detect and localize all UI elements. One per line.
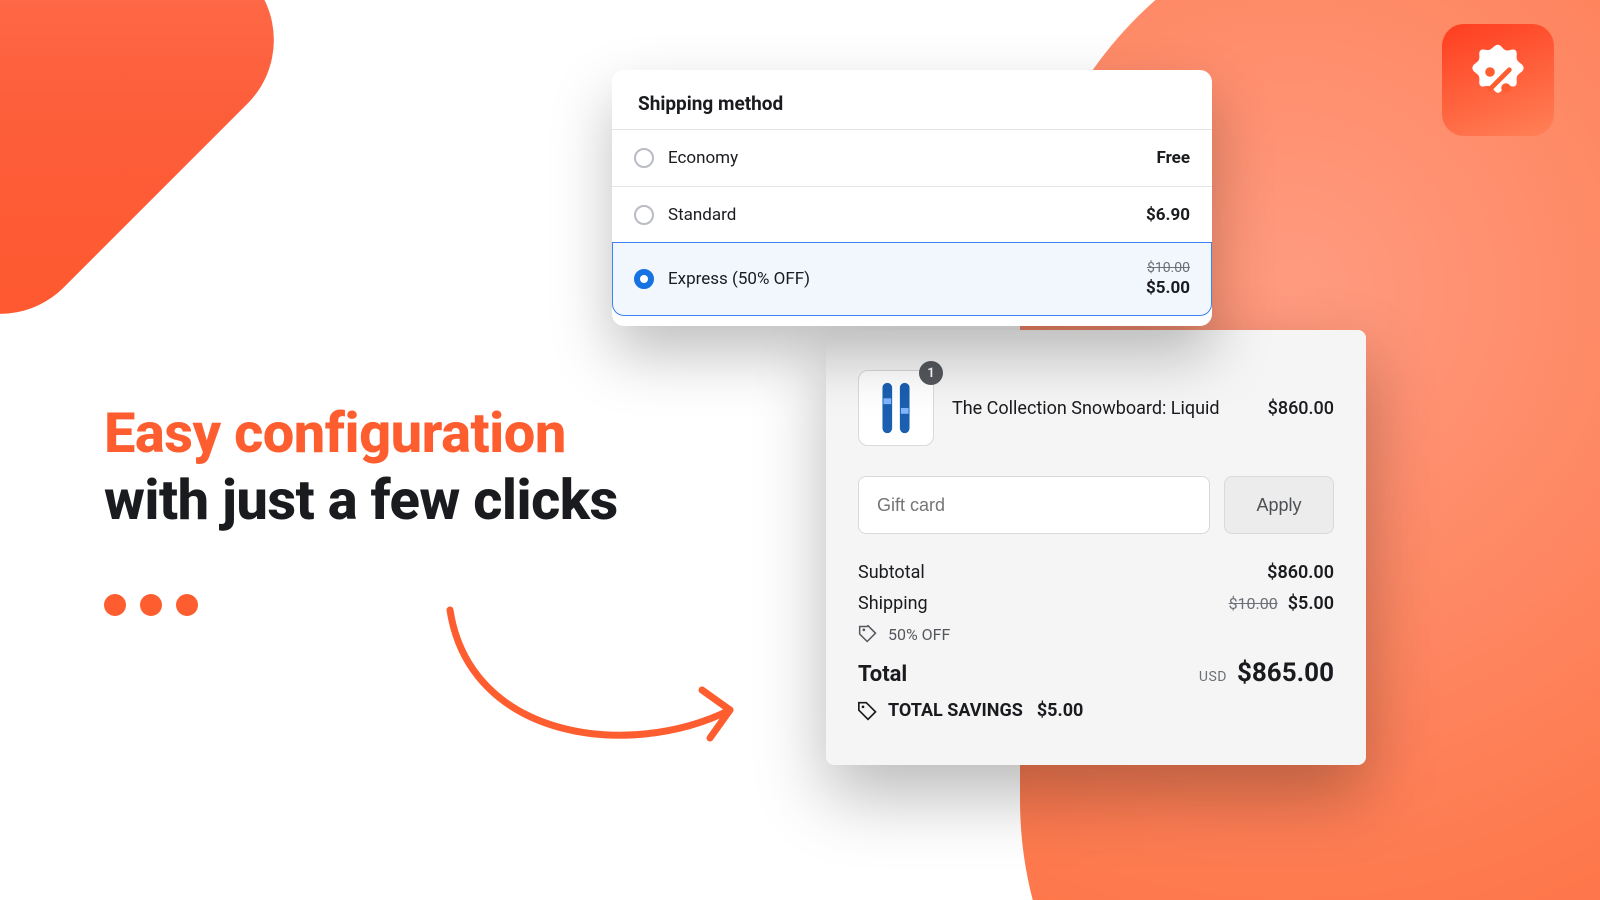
quantity-badge: 1: [919, 361, 943, 385]
subtotal-row: Subtotal $860.00: [858, 562, 1334, 583]
radio-icon: [634, 205, 654, 225]
shipping-option-price: $6.90: [1146, 205, 1190, 225]
background-shape-top-left: [0, 0, 311, 351]
shipping-option-price: $10.00 $5.00: [1146, 260, 1190, 298]
shipping-method-card: Shipping method Economy Free Standard $6…: [612, 70, 1212, 326]
gift-card-input[interactable]: [858, 476, 1210, 534]
discount-badge: [1442, 24, 1554, 136]
shipping-title: Shipping method: [612, 92, 1212, 129]
product-name: The Collection Snowboard: Liquid: [952, 398, 1250, 419]
shipping-option-label: Economy: [668, 148, 738, 168]
shipping-option-standard[interactable]: Standard $6.90: [612, 186, 1212, 243]
total-row: Total USD $865.00: [858, 658, 1334, 688]
line-item: 1 The Collection Snowboard: Liquid $860.…: [858, 370, 1334, 446]
shipping-option-express[interactable]: Express (50% OFF) $10.00 $5.00: [612, 242, 1212, 316]
tags-icon: [858, 701, 878, 721]
arrow-icon: [430, 590, 770, 794]
shipping-option-label: Standard: [668, 205, 736, 225]
order-summary-card: 1 The Collection Snowboard: Liquid $860.…: [826, 330, 1366, 765]
snowboard-icon: [867, 379, 925, 437]
savings-row: TOTAL SAVINGS $5.00: [858, 700, 1334, 721]
apply-button[interactable]: Apply: [1224, 476, 1334, 534]
product-thumbnail: 1: [858, 370, 934, 446]
shipping-option-price: Free: [1156, 148, 1190, 168]
tag-icon: [858, 624, 878, 644]
headline: Easy configuration with just a few click…: [104, 400, 684, 616]
product-price: $860.00: [1268, 398, 1334, 419]
headline-line-2: with just a few clicks: [104, 467, 684, 534]
shipping-option-economy[interactable]: Economy Free: [612, 129, 1212, 186]
shipping-row: Shipping $10.00 $5.00: [858, 593, 1334, 614]
discount-tag-row: 50% OFF: [858, 624, 1334, 644]
radio-icon: [634, 148, 654, 168]
percent-seal-icon: [1458, 40, 1538, 120]
radio-checked-icon: [634, 269, 654, 289]
shipping-option-label: Express (50% OFF): [668, 269, 810, 289]
headline-line-1: Easy configuration: [104, 400, 684, 467]
